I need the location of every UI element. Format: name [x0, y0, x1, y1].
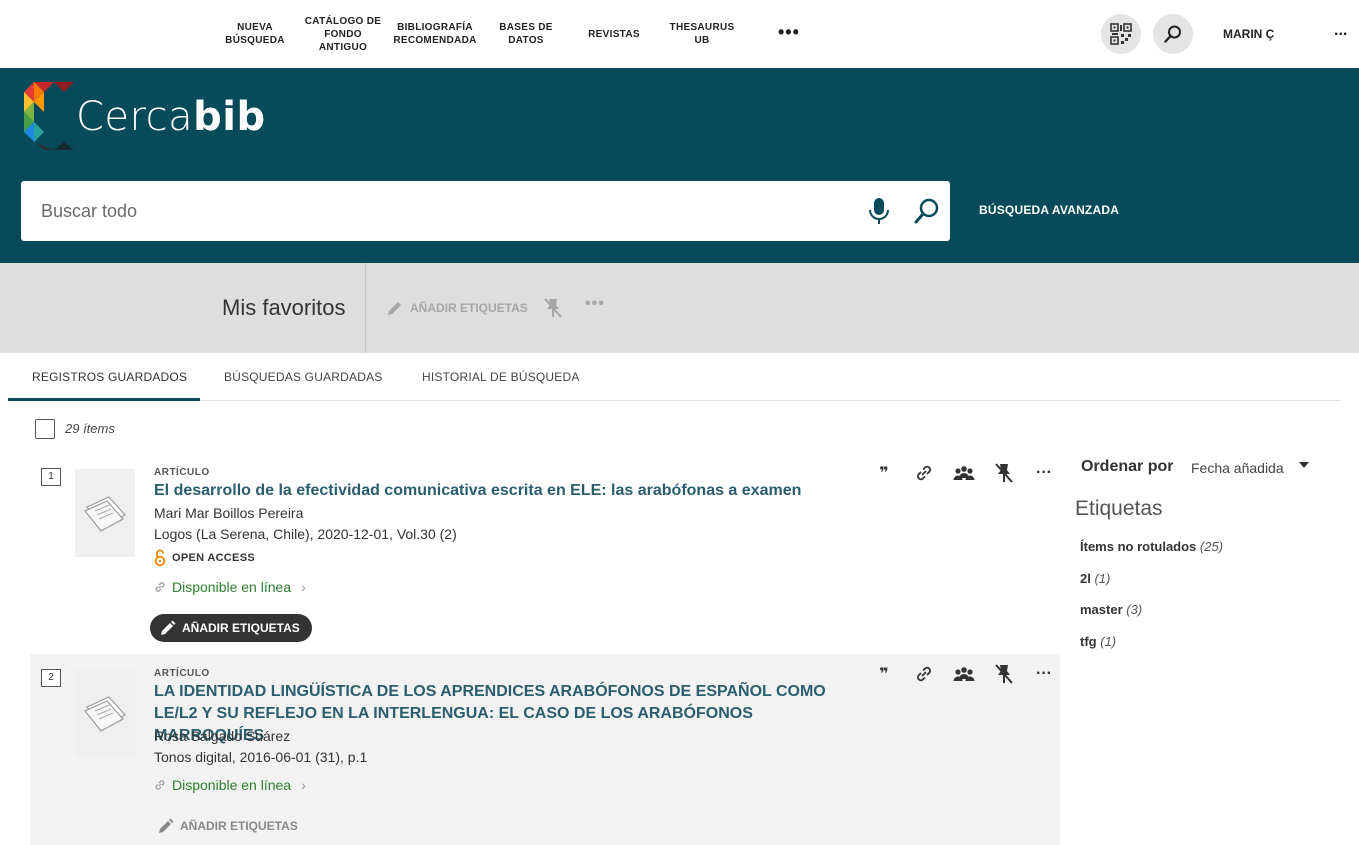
user-menu-button[interactable]: ... — [1334, 22, 1347, 40]
add-tags-button[interactable]: AÑADIR ETIQUETAS — [158, 818, 298, 834]
citation-button[interactable]: ❞ — [864, 461, 904, 485]
users-icon — [953, 466, 975, 480]
add-tags-button[interactable]: AÑADIR ETIQUETAS — [150, 614, 312, 642]
quote-icon: ❞ — [879, 465, 889, 482]
unpin-button[interactable] — [984, 461, 1024, 485]
pencil-icon — [159, 818, 174, 833]
result-author[interactable]: Rosa Salgado Suárez — [154, 728, 290, 744]
open-lock-icon — [154, 549, 166, 566]
result-number: 2 — [41, 669, 61, 687]
result-item: 2 ARTÍCULO LA IDENTIDAD LINGÜÍSTICA DE L… — [30, 654, 1060, 845]
tab-search-history[interactable]: HISTORIAL DE BÚSQUEDA — [422, 370, 580, 384]
top-search-button[interactable] — [1153, 14, 1193, 54]
more-icon: ··· — [1036, 464, 1052, 481]
nav-antique-catalog[interactable]: CATÁLOGO DE FONDO ANTIGUO — [303, 0, 383, 68]
available-online-link[interactable]: Disponible en línea › — [154, 579, 306, 595]
tag-filter-item[interactable]: Ítems no rotulados (25) — [1080, 539, 1223, 554]
users-icon — [953, 667, 975, 681]
link-icon — [155, 780, 165, 790]
items-count: 29 ítems — [65, 421, 115, 436]
nav-thesaurus[interactable]: THESAURUS UB — [662, 0, 742, 68]
chevron-right-icon: › — [301, 579, 306, 595]
cercabib-logo-icon[interactable] — [24, 82, 74, 150]
qr-code-button[interactable] — [1101, 14, 1141, 54]
link-icon — [917, 666, 931, 682]
logo-text: Cercabib — [76, 94, 266, 140]
permalink-button[interactable] — [904, 662, 944, 686]
quote-icon: ❞ — [879, 666, 889, 683]
open-access-badge: OPEN ACCESS — [154, 549, 255, 566]
user-name[interactable]: MARIN Ç — [1223, 27, 1275, 41]
add-tags-bulk-button[interactable]: AÑADIR ETIQUETAS — [386, 299, 528, 317]
open-access-label: OPEN ACCESS — [172, 551, 255, 564]
divider — [365, 263, 366, 353]
tags-heading: Etiquetas — [1075, 497, 1163, 520]
unpin-icon — [995, 463, 1013, 483]
document-icon — [84, 496, 126, 532]
nav-journals[interactable]: REVISTAS — [580, 0, 648, 68]
qr-code-icon — [1110, 23, 1132, 45]
unpin-icon[interactable] — [543, 297, 563, 319]
result-item: 1 ARTÍCULO El desarrollo de la efectivid… — [30, 455, 1060, 653]
result-more-button[interactable]: ··· — [1024, 461, 1064, 485]
result-source: Logos (La Serena, Chile), 2020-12-01, Vo… — [154, 526, 457, 542]
nav-more-button[interactable]: ••• — [778, 22, 800, 43]
favorites-bar: Mis favoritos AÑADIR ETIQUETAS ••• — [0, 263, 1359, 353]
pencil-icon — [161, 620, 176, 635]
add-tags-label: AÑADIR ETIQUETAS — [180, 819, 298, 833]
permalink-button[interactable] — [904, 461, 944, 485]
sort-select[interactable]: Fecha añadida — [1191, 460, 1284, 476]
share-button[interactable] — [944, 461, 984, 485]
search-box — [21, 181, 950, 241]
result-actions: ❞ ··· — [864, 461, 1064, 485]
search-icon — [1164, 25, 1181, 43]
document-icon — [84, 696, 126, 732]
sort-label: Ordenar por — [1081, 458, 1174, 475]
chevron-right-icon: › — [301, 777, 306, 793]
unpin-button[interactable] — [984, 662, 1024, 686]
tab-saved-records[interactable]: REGISTROS GUARDADOS — [32, 370, 187, 384]
add-tags-label: AÑADIR ETIQUETAS — [182, 621, 300, 635]
available-online-label: Disponible en línea — [172, 579, 292, 595]
tag-filter-item[interactable]: master (3) — [1080, 602, 1142, 617]
result-thumbnail[interactable] — [75, 469, 135, 557]
search-submit-icon[interactable] — [913, 197, 941, 225]
result-number: 1 — [41, 468, 61, 486]
page-title: Mis favoritos — [222, 295, 346, 320]
share-button[interactable] — [944, 662, 984, 686]
citation-button[interactable]: ❞ — [864, 662, 904, 686]
link-icon — [155, 582, 165, 592]
select-all-checkbox[interactable] — [35, 419, 55, 439]
result-source: Tonos digital, 2016-06-01 (31), p.1 — [154, 749, 368, 765]
tag-filter-item[interactable]: 2l (1) — [1080, 571, 1110, 586]
nav-recommended-bibliography[interactable]: BIBLIOGRAFÍA RECOMENDADA — [392, 0, 478, 68]
search-input[interactable] — [41, 181, 841, 241]
favorites-more-button[interactable]: ••• — [585, 295, 605, 313]
more-icon: ··· — [1036, 665, 1052, 682]
tab-saved-searches[interactable]: BÚSQUEDAS GUARDADAS — [224, 370, 383, 384]
unpin-icon — [995, 664, 1013, 684]
link-icon — [917, 465, 931, 481]
result-more-button[interactable]: ··· — [1024, 662, 1064, 686]
tag-filter-item[interactable]: tfg (1) — [1080, 634, 1116, 649]
nav-databases[interactable]: BASES DE DATOS — [491, 0, 561, 68]
header-band: Cercabib BÚSQUEDA AVANZADA — [0, 68, 1359, 263]
advanced-search-link[interactable]: BÚSQUEDA AVANZADA — [979, 203, 1119, 217]
result-actions: ❞ ··· — [864, 662, 1064, 686]
result-title[interactable]: El desarrollo de la efectividad comunica… — [154, 480, 864, 502]
caret-down-icon[interactable] — [1299, 462, 1309, 468]
nav-new-search[interactable]: NUEVA BÚSQUEDA — [220, 0, 290, 68]
available-online-link[interactable]: Disponible en línea › — [154, 777, 306, 793]
pencil-icon — [388, 302, 401, 315]
result-thumbnail[interactable] — [75, 669, 135, 757]
microphone-icon[interactable] — [867, 197, 891, 225]
active-tab-indicator — [8, 398, 200, 401]
add-tags-label: AÑADIR ETIQUETAS — [410, 301, 528, 315]
result-type: ARTÍCULO — [154, 668, 210, 679]
top-navigation: NUEVA BÚSQUEDA CATÁLOGO DE FONDO ANTIGUO… — [0, 0, 1359, 68]
result-type: ARTÍCULO — [154, 467, 210, 478]
available-online-label: Disponible en línea — [172, 777, 292, 793]
result-author[interactable]: Mari Mar Boillos Pereira — [154, 505, 303, 521]
tab-bar: REGISTROS GUARDADOS BÚSQUEDAS GUARDADAS … — [8, 353, 1340, 401]
